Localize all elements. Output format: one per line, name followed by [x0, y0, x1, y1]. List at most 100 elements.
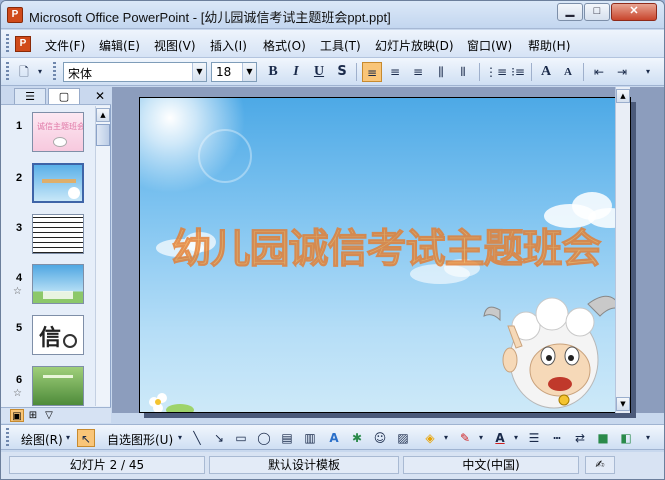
maximize-button[interactable]: □: [584, 3, 610, 21]
chevron-down-icon[interactable]: ▾: [511, 429, 521, 447]
title-bar[interactable]: P Microsoft Office PowerPoint - [幼儿园诚信考试…: [1, 1, 664, 29]
textbox-tool-icon[interactable]: ▤: [278, 429, 296, 447]
vertical-text-icon[interactable]: ⫴: [453, 62, 473, 82]
menu-slideshow[interactable]: 幻灯片放映(D): [375, 37, 454, 54]
align-right-icon[interactable]: ≡: [408, 62, 428, 82]
wordart-icon[interactable]: A: [325, 429, 343, 447]
slide-thumbnail-6[interactable]: [32, 366, 84, 406]
numbered-list-icon[interactable]: ⋮≡: [485, 62, 507, 82]
line-style-icon[interactable]: ☰: [525, 429, 543, 447]
distributed-align-icon[interactable]: ⫼: [431, 62, 451, 82]
toolbar-grip[interactable]: [6, 62, 9, 82]
slide-thumbnail-3[interactable]: [32, 214, 84, 254]
slide-vertical-scrollbar[interactable]: ▲ ▼: [615, 87, 630, 413]
menu-insert[interactable]: 插入(I): [210, 37, 247, 54]
shadow-style-icon[interactable]: ■: [594, 429, 612, 447]
line-tool-icon[interactable]: ╲: [188, 429, 206, 447]
powerpoint-app-icon[interactable]: P: [7, 7, 23, 23]
menu-edit[interactable]: 编辑(E): [99, 37, 140, 54]
thumbnail-scrollbar[interactable]: ▲: [95, 106, 110, 406]
dash-style-icon[interactable]: ┅: [548, 429, 566, 447]
normal-view-icon[interactable]: ▣: [10, 409, 24, 422]
clipart-icon[interactable]: ☺: [371, 429, 389, 447]
insert-picture-icon[interactable]: ▨: [394, 429, 412, 447]
oval-tool-icon[interactable]: ◯: [255, 429, 273, 447]
scroll-thumb[interactable]: [96, 124, 110, 146]
select-objects-icon[interactable]: ↖: [77, 429, 95, 447]
toolbar-options-chevron-icon[interactable]: ▾: [641, 62, 655, 82]
drawbar-grip[interactable]: [6, 428, 9, 448]
underline-button[interactable]: U: [309, 62, 329, 82]
diagram-icon[interactable]: ✱: [348, 429, 366, 447]
arrow-style-icon[interactable]: ⇄: [571, 429, 589, 447]
scroll-up-icon[interactable]: ▲: [616, 89, 630, 103]
chevron-down-icon[interactable]: ▼: [242, 63, 256, 81]
menu-bar: P 文件(F) 编辑(E) 视图(V) 插入(I) 格式(O) 工具(T) 幻灯…: [1, 30, 664, 58]
increase-font-size-button[interactable]: A: [536, 62, 556, 82]
menu-format[interactable]: 格式(O): [263, 37, 306, 54]
scroll-up-icon[interactable]: ▲: [96, 108, 110, 122]
align-center-icon[interactable]: ≡: [385, 62, 405, 82]
view-buttons: ▣ ⊞ ▽: [1, 407, 111, 423]
autoshapes-menu-button[interactable]: 自选图形(U): [107, 431, 173, 448]
new-document-icon[interactable]: 🗋: [14, 62, 34, 82]
line-color-icon[interactable]: ✎: [456, 429, 474, 447]
thumb-number: 2: [16, 172, 23, 184]
align-left-icon[interactable]: ≡: [362, 62, 382, 82]
chevron-down-icon[interactable]: ▾: [441, 429, 451, 447]
chevron-down-icon[interactable]: ▾: [175, 429, 185, 447]
thumb-number: 1: [16, 120, 23, 132]
decrease-indent-icon[interactable]: ⇤: [589, 62, 609, 82]
bold-button[interactable]: B: [263, 62, 283, 82]
3d-style-icon[interactable]: ◧: [617, 429, 635, 447]
slide-thumbnail-5[interactable]: 信: [32, 315, 84, 355]
toolbar-options-chevron-icon[interactable]: ▾: [641, 429, 655, 447]
tab-outline[interactable]: ☰: [14, 88, 46, 104]
font-name-combo[interactable]: 宋体 ▼: [63, 62, 207, 82]
slide-thumbnail-1[interactable]: 诚信主题班会: [32, 112, 84, 152]
thumb-number: 5: [16, 322, 23, 334]
chevron-down-icon[interactable]: ▾: [63, 429, 73, 447]
rectangle-tool-icon[interactable]: ▭: [232, 429, 250, 447]
shadow-button[interactable]: S: [332, 62, 352, 82]
slide-title[interactable]: 幼儿园诚信考试主题班会: [140, 216, 630, 274]
arrow-tool-icon[interactable]: ↘: [210, 429, 228, 447]
italic-button[interactable]: I: [286, 62, 306, 82]
chevron-down-icon[interactable]: ▼: [192, 63, 206, 81]
increase-indent-icon[interactable]: ⇥: [612, 62, 632, 82]
window-title: Microsoft Office PowerPoint - [幼儿园诚信考试主题…: [29, 10, 391, 25]
toolbar-separator: [583, 63, 584, 81]
pleasant-goat-illustration: [483, 295, 624, 409]
menubar-grip[interactable]: [6, 34, 9, 54]
chevron-down-icon[interactable]: ▾: [476, 429, 486, 447]
fill-color-icon[interactable]: ◈: [421, 429, 439, 447]
slide-sorter-view-icon[interactable]: ⊞: [26, 409, 40, 422]
toolbar-grip-2[interactable]: [53, 62, 56, 82]
menu-window[interactable]: 窗口(W): [467, 37, 512, 54]
font-color-icon[interactable]: A: [491, 429, 509, 447]
tab-slides[interactable]: ▢: [48, 88, 80, 104]
pane-close-icon[interactable]: ✕: [93, 88, 107, 104]
close-button[interactable]: ✕: [611, 3, 657, 21]
toolbar-options-chevron-icon[interactable]: ▾: [34, 62, 46, 82]
scroll-down-icon[interactable]: ▼: [616, 397, 630, 411]
current-slide[interactable]: 幼儿园诚信考试主题班会: [139, 97, 631, 413]
slide-thumbnail-4[interactable]: [32, 264, 84, 304]
minimize-button[interactable]: ▁: [557, 3, 583, 21]
menu-view[interactable]: 视图(V): [154, 37, 196, 54]
slide-thumbnail-2[interactable]: [32, 163, 84, 203]
draw-menu-button[interactable]: 绘图(R): [21, 431, 63, 448]
document-icon[interactable]: P: [15, 36, 31, 52]
bulleted-list-icon[interactable]: ⁝≡: [508, 62, 528, 82]
menu-tools[interactable]: 工具(T): [320, 37, 361, 54]
status-template[interactable]: 默认设计模板: [209, 456, 399, 474]
thumb-caption: 诚信主题班会: [37, 122, 83, 131]
toolbar-separator: [531, 63, 532, 81]
font-size-combo[interactable]: 18 ▼: [211, 62, 257, 82]
slideshow-view-icon[interactable]: ▽: [42, 409, 56, 422]
menu-help[interactable]: 帮助(H): [528, 37, 570, 54]
menu-file[interactable]: 文件(F): [45, 37, 85, 54]
decrease-font-size-button[interactable]: A: [558, 62, 578, 82]
spelling-check-icon[interactable]: ✍: [585, 456, 615, 474]
vertical-textbox-icon[interactable]: ▥: [301, 429, 319, 447]
